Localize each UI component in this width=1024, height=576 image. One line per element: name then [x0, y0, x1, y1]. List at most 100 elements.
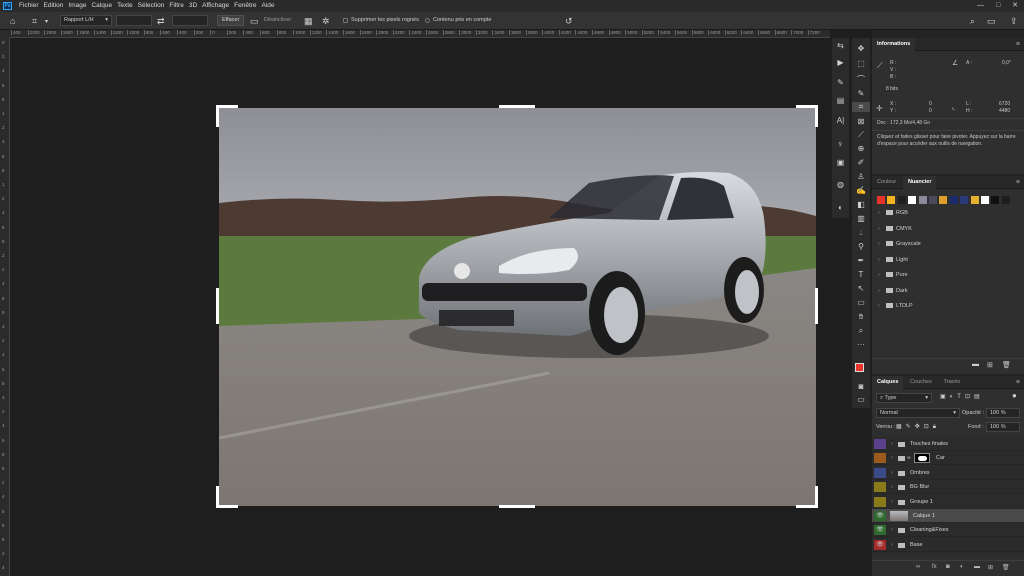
- new-layer-icon[interactable]: ⊞: [988, 564, 993, 571]
- color-swatch[interactable]: [960, 196, 969, 204]
- panel-menu-icon[interactable]: ≡: [1016, 376, 1020, 389]
- opacity-input[interactable]: 100 %: [986, 408, 1020, 418]
- swatch-folder[interactable]: › CMYK: [878, 225, 912, 232]
- color-swatch[interactable]: [1001, 196, 1010, 204]
- crop-handle-bottom-left[interactable]: [216, 505, 238, 508]
- brush-tool-icon[interactable]: ✐: [852, 158, 870, 167]
- swatch-folder[interactable]: › Grayscale: [878, 241, 921, 247]
- color-swatch[interactable]: [887, 196, 896, 204]
- pen-tool-icon[interactable]: ✒: [852, 256, 870, 265]
- zoom-tool-icon[interactable]: ⌕: [852, 326, 870, 336]
- width-input[interactable]: [116, 15, 152, 26]
- tab-calques[interactable]: Calques: [872, 376, 904, 389]
- crop-handle-top-left[interactable]: [216, 105, 238, 108]
- layer-row[interactable]: 👁︎ › Base: [872, 538, 1024, 552]
- quick-select-tool-icon[interactable]: ✎: [852, 89, 870, 98]
- color-swatch[interactable]: [908, 196, 917, 204]
- straighten-icon[interactable]: ▭: [250, 16, 259, 27]
- fx-icon[interactable]: fx: [932, 564, 937, 570]
- color-swatch[interactable]: [981, 196, 989, 204]
- document-image[interactable]: [219, 108, 816, 506]
- properties-icon[interactable]: ▣: [832, 158, 849, 167]
- dodge-tool-icon[interactable]: ⚲: [852, 242, 870, 251]
- visibility-toggle[interactable]: [874, 439, 886, 449]
- undo-icon[interactable]: ↺: [565, 16, 573, 27]
- color-swatch[interactable]: [970, 196, 979, 204]
- path-select-tool-icon[interactable]: ↖: [852, 284, 870, 293]
- layer-row[interactable]: 👁︎ Calque 1: [872, 509, 1024, 523]
- crop-handle-right[interactable]: [815, 288, 818, 324]
- new-group-icon[interactable]: ▬: [974, 564, 980, 570]
- visibility-toggle[interactable]: [874, 496, 886, 507]
- menu-item[interactable]: Image: [68, 0, 86, 12]
- panel-menu-icon[interactable]: ≡: [1016, 176, 1020, 189]
- color-swatch[interactable]: [939, 196, 948, 204]
- link-layers-icon[interactable]: ∞: [916, 564, 920, 570]
- tab-couches[interactable]: Couches: [905, 376, 937, 389]
- panel-menu-icon[interactable]: ≡: [1016, 38, 1020, 51]
- history-brush-tool-icon[interactable]: ✍: [852, 186, 870, 195]
- paragraph-icon[interactable]: ⍚: [832, 138, 849, 148]
- marquee-tool-icon[interactable]: ⬚: [852, 59, 870, 68]
- crop-handle-top[interactable]: [499, 105, 535, 108]
- visibility-toggle[interactable]: 👁︎: [874, 511, 886, 521]
- gear-icon[interactable]: ✲: [322, 16, 330, 27]
- layer-row[interactable]: › Ombres: [872, 466, 1024, 480]
- layer-row[interactable]: › Groupe 1: [872, 495, 1024, 509]
- visibility-toggle[interactable]: 👁︎: [874, 539, 886, 550]
- menu-item[interactable]: Edition: [44, 0, 64, 12]
- clone-stamp-tool-icon[interactable]: ♙: [852, 172, 870, 181]
- menu-item[interactable]: Calque: [91, 0, 112, 12]
- trash-icon[interactable]: 🗑︎: [1002, 564, 1010, 571]
- menu-item[interactable]: Affichage: [202, 0, 229, 12]
- color-swatch[interactable]: [918, 196, 927, 204]
- content-aware-checkbox[interactable]: [425, 18, 430, 23]
- canvas-area[interactable]: [11, 38, 829, 576]
- maximize-icon[interactable]: □: [996, 2, 1000, 9]
- swatch-folder[interactable]: › Light: [878, 256, 908, 263]
- rectangle-tool-icon[interactable]: ▭: [852, 298, 870, 307]
- eraser-tool-icon[interactable]: ◧: [852, 200, 870, 209]
- layer-row[interactable]: › ∞ Car: [872, 451, 1024, 466]
- new-swatch-icon[interactable]: ⊞: [987, 361, 993, 369]
- color-swatch[interactable]: [949, 196, 958, 204]
- type-tool-icon[interactable]: T: [852, 270, 870, 279]
- styles-icon[interactable]: ◐: [832, 203, 849, 212]
- menu-item[interactable]: Fichier: [19, 0, 39, 12]
- tab-couleur[interactable]: Couleur: [872, 176, 901, 189]
- search-icon[interactable]: ⌕: [970, 16, 975, 27]
- visibility-toggle[interactable]: [874, 467, 886, 478]
- blend-mode-select[interactable]: Normal ▾: [876, 408, 960, 418]
- eyedropper-tool-icon[interactable]: ⟋: [852, 130, 870, 140]
- menu-item[interactable]: 3D: [189, 0, 197, 12]
- hand-tool-icon[interactable]: ✋︎: [852, 312, 870, 322]
- character-icon[interactable]: A|: [832, 116, 849, 125]
- minimize-icon[interactable]: —: [977, 2, 984, 9]
- foreground-color-swatch[interactable]: [855, 363, 864, 372]
- tab-traces[interactable]: Tracés: [938, 376, 965, 389]
- layer-filter-icons[interactable]: ▣◐T⊡▤: [940, 393, 984, 400]
- crop-handle-bottom-left[interactable]: [216, 486, 219, 508]
- fill-input[interactable]: 100 %: [986, 422, 1020, 432]
- share-icon[interactable]: ⇪: [1010, 16, 1018, 27]
- move-tool-icon[interactable]: ✥: [852, 44, 870, 53]
- color-swatch[interactable]: [877, 196, 885, 204]
- layer-row[interactable]: › Touches finales: [872, 437, 1024, 451]
- crop-handle-top-left[interactable]: [216, 105, 219, 127]
- crop-handle-top-right[interactable]: [815, 105, 818, 127]
- lock-icons[interactable]: ▦✎✥⊡🔒︎: [896, 423, 940, 431]
- visibility-toggle[interactable]: [874, 453, 886, 464]
- home-icon[interactable]: ⌂: [10, 16, 15, 26]
- screen-mode-icon[interactable]: ▭: [852, 395, 870, 404]
- layer-row[interactable]: 👁︎ › Cleaning&Fixes: [872, 523, 1024, 538]
- layer-filter-select[interactable]: ⌕ Type ▾: [876, 393, 932, 403]
- swatch-folder[interactable]: › Dark: [878, 287, 908, 294]
- blur-tool-icon[interactable]: 💧︎: [852, 228, 870, 238]
- crop-handle-bottom[interactable]: [499, 505, 535, 508]
- libraries-icon[interactable]: ◍: [832, 180, 849, 189]
- swap-icon[interactable]: ⇄: [157, 16, 165, 27]
- history-icon[interactable]: ⇆: [832, 41, 849, 50]
- workspace-icon[interactable]: ▭: [987, 16, 996, 27]
- tab-nuancier[interactable]: Nuancier: [902, 176, 937, 189]
- delete-pixels-checkbox[interactable]: [343, 18, 348, 23]
